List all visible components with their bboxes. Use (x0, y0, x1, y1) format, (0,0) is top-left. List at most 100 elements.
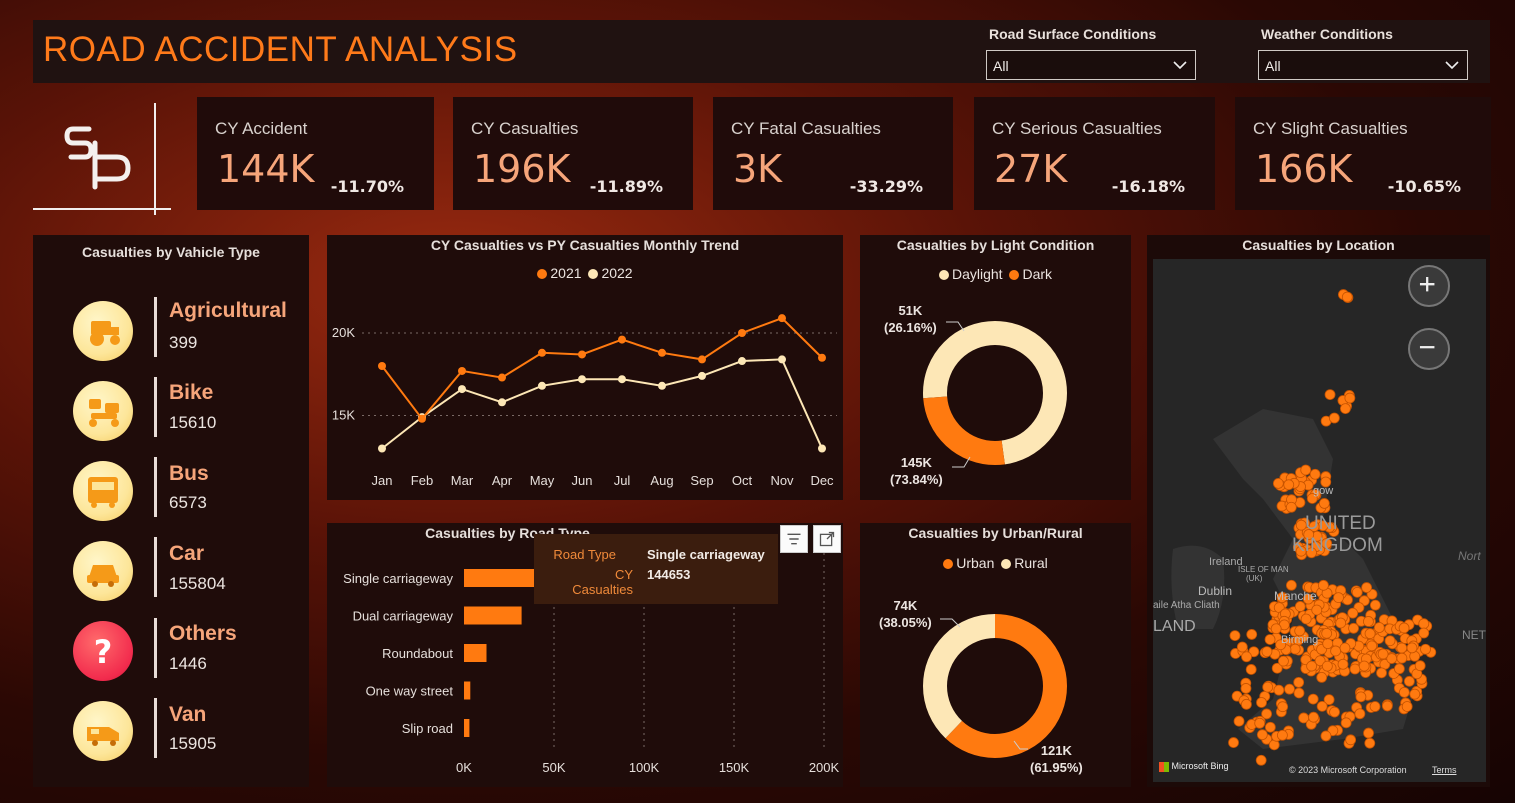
map-label: aile Atha Cliath (1153, 600, 1220, 611)
kpi-value: 166K (1255, 147, 1353, 191)
x-tick-label: 150K (719, 760, 750, 775)
data-point (698, 371, 706, 380)
data-point (698, 355, 706, 364)
line-chart: 15K 20K Jan Feb Mar Apr May Jun Jul Aug Sep Oct Nov D… (332, 314, 837, 488)
map-point (1414, 660, 1426, 672)
map-point (1348, 622, 1359, 634)
map-point (1401, 701, 1413, 712)
map-point (1420, 643, 1431, 655)
data-point (378, 362, 386, 370)
kpi-change: -11.70% (330, 177, 404, 196)
map-point (1363, 727, 1374, 739)
donut-pct: (26.16%) (884, 320, 937, 335)
zoom-in-button[interactable] (1408, 265, 1450, 307)
data-point (498, 373, 506, 382)
weather-filter-label: Weather Conditions (1261, 26, 1393, 42)
x-tick-label: May (530, 473, 555, 488)
road-surface-filter-label: Road Surface Conditions (989, 26, 1157, 42)
tooltip-value: 144653 (647, 567, 691, 582)
map-point (1264, 721, 1276, 733)
data-point (738, 329, 746, 337)
kpi-change: -16.18% (1111, 177, 1185, 196)
kpi-value: 27K (994, 147, 1068, 191)
donut-pct: (61.95%) (1030, 760, 1083, 775)
map-point (1273, 684, 1285, 696)
map-point (1324, 389, 1336, 401)
data-point (658, 348, 666, 357)
map-point (1403, 675, 1415, 687)
bar (464, 681, 471, 700)
map-point (1381, 700, 1393, 712)
map-point (1318, 498, 1330, 509)
donut-label-dark: 51K (26.16%) (884, 302, 937, 336)
divider (154, 457, 157, 517)
donut-label-rural: 74K (38.05%) (879, 597, 932, 631)
map-point (1349, 663, 1361, 675)
road-surface-dropdown[interactable]: All (986, 50, 1196, 80)
map-point (1262, 681, 1274, 693)
divider (154, 297, 157, 357)
data-point (738, 357, 746, 366)
bar-tooltip: Road Type Single carriageway CY Casualti… (534, 534, 778, 604)
map-label: NET (1462, 628, 1486, 642)
map-point (1311, 604, 1323, 616)
microsoft-logo-icon (1159, 761, 1169, 772)
kpi-cy-fatal: CY Fatal Casualties 3K -33.29% (713, 97, 953, 210)
map-point (1364, 737, 1376, 749)
kpi-label: CY Fatal Casualties (731, 119, 881, 138)
map-point (1363, 616, 1374, 627)
donut-value: 145K (900, 455, 932, 470)
divider (154, 377, 157, 437)
map-canvas[interactable]: UNITED KINGDOM Ireland Dublin aile Atha … (1153, 259, 1486, 782)
map-point (1306, 660, 1318, 672)
x-tick-label: Jun (572, 473, 593, 488)
map-point (1308, 711, 1319, 723)
donut-label-urban: 121K (61.95%) (1030, 742, 1083, 776)
map-point (1358, 660, 1370, 672)
divider (154, 618, 157, 678)
kpi-cy-slight: CY Slight Casualties 166K -10.65% (1235, 97, 1491, 210)
tooltip-key: Road Type (553, 547, 616, 562)
map-point (1328, 412, 1340, 424)
zoom-out-button[interactable] (1408, 328, 1450, 370)
map-point (1284, 683, 1295, 695)
minus-icon (1419, 346, 1435, 349)
map-point (1277, 729, 1288, 741)
kpi-value: 3K (733, 147, 783, 191)
vehicle-value: 15610 (169, 413, 217, 432)
map-point (1264, 634, 1276, 645)
map-point (1261, 646, 1273, 658)
map-point (1277, 701, 1289, 713)
category-label: Dual carriageway (353, 609, 454, 624)
vehicle-value: 1446 (169, 654, 207, 673)
map-point (1345, 734, 1357, 746)
x-tick-label: Oct (732, 473, 753, 488)
category-label: One way street (366, 684, 454, 699)
vehicle-name: Others (169, 622, 237, 645)
map-point (1245, 664, 1257, 675)
focus-mode-icon[interactable] (813, 525, 841, 553)
map-point (1240, 683, 1252, 694)
map-point (1361, 582, 1373, 593)
map-point (1341, 291, 1353, 303)
map-point (1398, 622, 1410, 634)
map-point (1270, 623, 1282, 635)
map-label: Birming (1281, 634, 1318, 646)
map-point (1376, 667, 1387, 679)
bus-icon (73, 461, 133, 521)
filter-icon[interactable] (780, 525, 808, 553)
vehicle-value: 399 (169, 333, 198, 352)
weather-dropdown[interactable]: All (1258, 50, 1468, 80)
vehicle-name: Van (169, 703, 207, 726)
map-label: (UK) (1246, 574, 1263, 583)
map-point (1283, 479, 1295, 491)
category-label: Slip road (402, 721, 453, 736)
map-point (1316, 700, 1328, 712)
data-point (458, 385, 466, 394)
map-point (1256, 697, 1267, 708)
terms-link[interactable]: Terms (1432, 765, 1457, 775)
map-point (1293, 687, 1305, 699)
data-point (658, 381, 666, 390)
tooltip-key: CY Casualties (572, 567, 633, 597)
data-point (498, 398, 506, 407)
